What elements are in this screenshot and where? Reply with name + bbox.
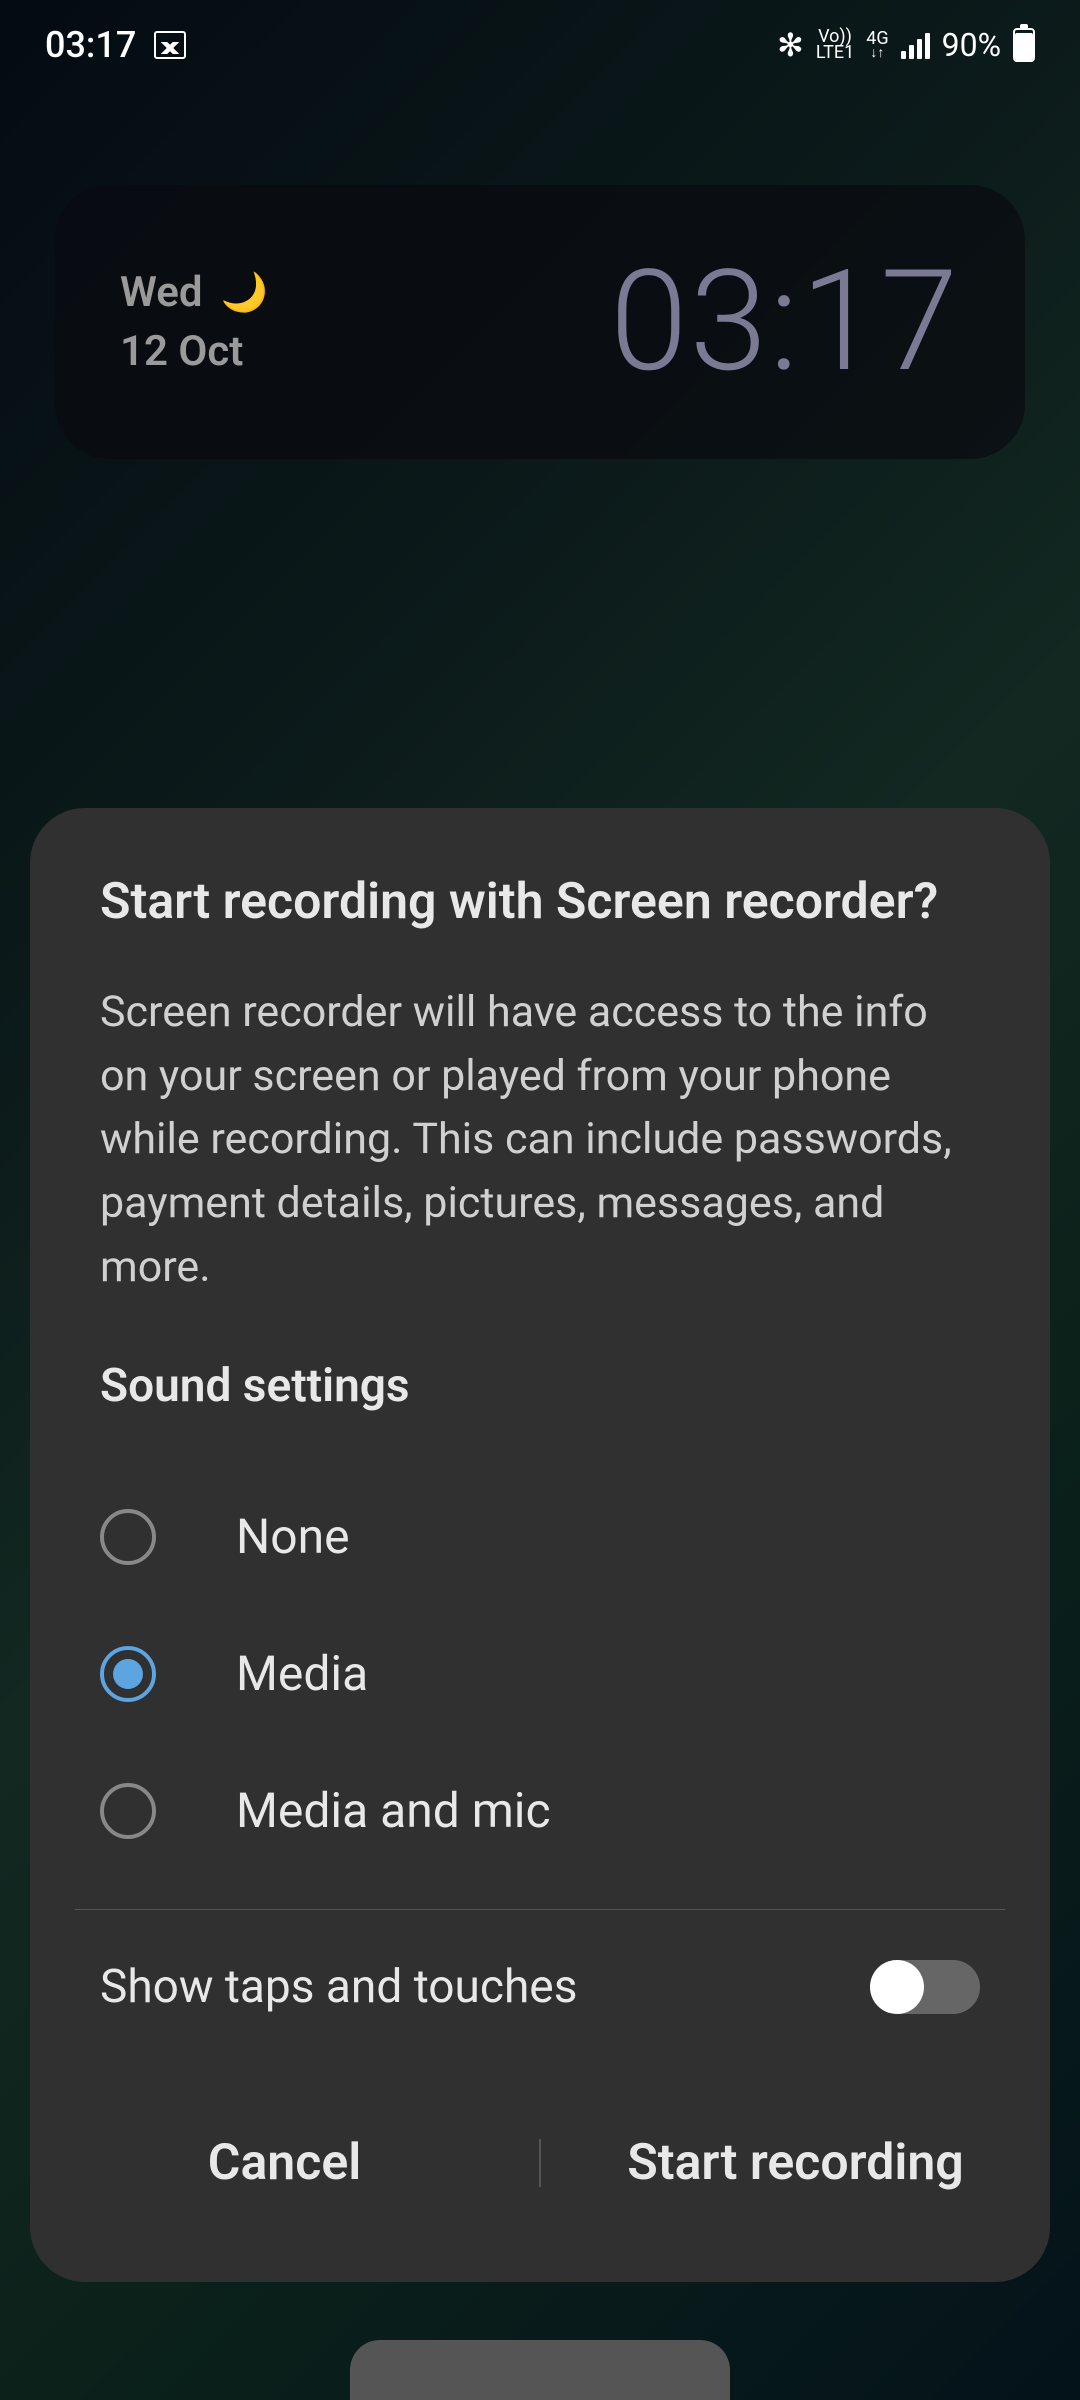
nav-handle[interactable] (350, 2340, 730, 2400)
radio-option-none[interactable]: None (100, 1468, 980, 1605)
sound-settings-title: Sound settings (30, 1359, 1050, 1413)
radio-label: None (236, 1508, 350, 1565)
start-recording-button[interactable]: Start recording (541, 2104, 1050, 2222)
cancel-button[interactable]: Cancel (30, 2104, 539, 2222)
volte-icon: Vo)) LTE1 (816, 29, 854, 61)
screenshot-icon (154, 31, 186, 59)
radio-option-media-mic[interactable]: Media and mic (100, 1742, 980, 1879)
toggle-switch[interactable] (870, 1960, 980, 2014)
widget-day: Wed (120, 268, 202, 317)
bluetooth-icon: ✻ (777, 26, 804, 64)
radio-label: Media and mic (236, 1782, 551, 1839)
radio-label: Media (236, 1645, 368, 1702)
battery-icon (1013, 28, 1035, 62)
toggle-label: Show taps and touches (100, 1960, 577, 2014)
radio-icon (100, 1783, 156, 1839)
radio-icon (100, 1509, 156, 1565)
network-icon: 4G ↓↑ (866, 31, 888, 60)
status-time: 03:17 (45, 24, 136, 66)
widget-date: 12 Oct (120, 327, 268, 376)
signal-icon (901, 31, 930, 59)
radio-option-media[interactable]: Media (100, 1605, 980, 1742)
show-taps-toggle-row[interactable]: Show taps and touches (30, 1910, 1050, 2064)
dialog-body: Screen recorder will have access to the … (30, 981, 1050, 1299)
radio-icon (100, 1646, 156, 1702)
dialog-title: Start recording with Screen recorder? (30, 873, 1050, 931)
screen-recorder-dialog: Start recording with Screen recorder? Sc… (30, 808, 1050, 2282)
clock-widget[interactable]: Wed 🌙 12 Oct 03:17 (55, 185, 1025, 459)
moon-icon: 🌙 (220, 271, 267, 315)
widget-clock: 03:17 (610, 240, 960, 404)
battery-percent: 90% (942, 26, 1001, 64)
status-bar: 03:17 ✻ Vo)) LTE1 4G ↓↑ 90% (0, 0, 1080, 90)
